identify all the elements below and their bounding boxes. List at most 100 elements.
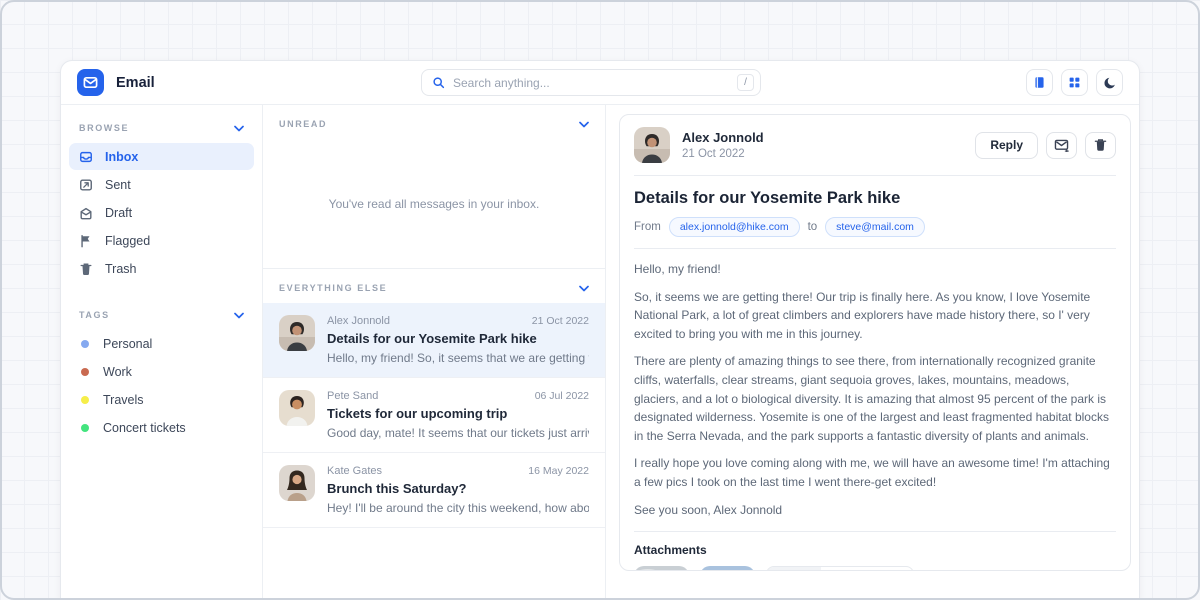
mail-paragraph: I really hope you love coming along with… [634, 454, 1116, 491]
tag-color-dot [81, 368, 89, 376]
avatar [279, 390, 315, 426]
attachments-row: videos-hike.zip 100 MB [634, 566, 1116, 571]
unread-section-header[interactable]: UNREAD [263, 105, 605, 139]
tag-item-work[interactable]: Work [69, 358, 254, 386]
everything-else-label: EVERYTHING ELSE [279, 283, 387, 293]
tag-label: Travels [103, 393, 144, 407]
book-icon [1033, 76, 1046, 89]
mail-date: 16 May 2022 [528, 465, 589, 477]
sender-name: Kate Gates [327, 465, 382, 477]
avatar [634, 127, 670, 163]
sidebar-item-label: Sent [105, 178, 131, 192]
tags-label: TAGS [79, 310, 110, 320]
mail-preview: Hello, my friend! So, it seems that we a… [327, 351, 589, 365]
sender-name: Pete Sand [327, 390, 378, 402]
tag-label: Concert tickets [103, 421, 186, 435]
tag-color-dot [81, 340, 89, 348]
dark-mode-button[interactable] [1096, 69, 1123, 96]
search-shortcut-badge: / [737, 74, 754, 91]
email-list-item[interactable]: Kate Gates 16 May 2022 Brunch this Saturd… [263, 453, 605, 528]
half-dome-photo[interactable] [700, 566, 755, 571]
forward-mail-button[interactable] [1046, 132, 1077, 159]
search-icon [432, 76, 445, 89]
email-logo-icon [77, 69, 104, 96]
email-list-item[interactable]: Pete Sand 06 Jul 2022 Tickets for our upc… [263, 378, 605, 453]
chevron-down-icon [579, 285, 589, 292]
trash-icon [79, 262, 93, 276]
detail-sender-name: Alex Jonnold [682, 130, 764, 145]
to-email-chip[interactable]: steve@mail.com [825, 217, 925, 237]
unread-empty-message: You've read all messages in your inbox. [263, 139, 605, 269]
draft-icon [79, 206, 93, 220]
tag-item-concert-tickets[interactable]: Concert tickets [69, 414, 254, 442]
mail-paragraph: So, it seems we are getting there! Our t… [634, 288, 1116, 344]
detail-actions: Reply [975, 132, 1116, 159]
sidebar-item-label: Trash [105, 262, 137, 276]
mail-body: Hello, my friend! So, it seems we are ge… [634, 260, 1116, 532]
from-email-chip[interactable]: alex.jonnold@hike.com [669, 217, 800, 237]
tag-label: Work [103, 365, 132, 379]
mail-date: 06 Jul 2022 [535, 390, 589, 402]
sidebar: BROWSE Inbox Sent Draft Flagged [61, 105, 263, 600]
mail-subject: Tickets for our upcoming trip [327, 406, 589, 421]
tag-color-dot [81, 424, 89, 432]
mail-paragraph: There are plenty of amazing things to se… [634, 352, 1116, 445]
mail-detail-column: Alex Jonnold 21 Oct 2022 Reply [606, 105, 1139, 600]
sidebar-item-inbox[interactable]: Inbox [69, 143, 254, 170]
sidebar-item-label: Inbox [105, 150, 138, 164]
detail-header: Alex Jonnold 21 Oct 2022 Reply [634, 127, 1116, 176]
unread-label: UNREAD [279, 119, 327, 129]
mail-preview: Good day, mate! It seems that our ticket… [327, 426, 589, 440]
everything-else-section-header[interactable]: EVERYTHING ELSE [263, 269, 605, 303]
flag-icon [79, 234, 93, 248]
inbox-icon [79, 150, 93, 164]
mail-subject: Brunch this Saturday? [327, 481, 589, 496]
email-app-window: Email Search anything... / [60, 60, 1140, 600]
tag-item-travels[interactable]: Travels [69, 386, 254, 414]
mail-subject: Details for our Yosemite Park hike [327, 331, 589, 346]
from-label: From [634, 221, 661, 233]
sidebar-item-draft[interactable]: Draft [69, 199, 254, 226]
zip-attachment-card[interactable]: videos-hike.zip 100 MB [766, 566, 914, 571]
notebook-button[interactable] [1026, 69, 1053, 96]
avatar [279, 465, 315, 501]
sent-icon [79, 178, 93, 192]
yosemite-valley-photo[interactable] [634, 566, 689, 571]
app-title: Email [116, 75, 155, 91]
mail-preview: Hey! I'll be around the city this weeken… [327, 501, 589, 515]
sender-name: Alex Jonnold [327, 315, 390, 327]
reply-button[interactable]: Reply [975, 132, 1038, 159]
mail-paragraph: Hello, my friend! [634, 260, 1116, 279]
moon-icon [1103, 76, 1117, 90]
tag-item-personal[interactable]: Personal [69, 330, 254, 358]
trash-icon [1094, 138, 1107, 152]
avatar [279, 315, 315, 351]
grid-icon [1068, 76, 1081, 89]
tags-section-header[interactable]: TAGS [69, 296, 254, 330]
chevron-down-icon [234, 125, 244, 132]
topbar-actions [1026, 69, 1123, 96]
envelope-forward-icon [1054, 139, 1069, 152]
desktop-background: Email Search anything... / [0, 0, 1200, 600]
brand: Email [77, 69, 155, 96]
mail-list-column: UNREAD You've read all messages in your … [263, 105, 606, 600]
detail-date: 21 Oct 2022 [682, 148, 764, 160]
delete-mail-button[interactable] [1085, 132, 1116, 159]
chevron-down-icon [579, 121, 589, 128]
apps-grid-button[interactable] [1061, 69, 1088, 96]
browse-section-header[interactable]: BROWSE [69, 109, 254, 143]
chevron-down-icon [234, 312, 244, 319]
to-label: to [808, 221, 818, 233]
from-to-row: From alex.jonnold@hike.com to steve@mail… [634, 217, 1116, 249]
email-list-item[interactable]: Alex Jonnold 21 Oct 2022 Details for our … [263, 303, 605, 378]
sidebar-item-label: Draft [105, 206, 132, 220]
browse-label: BROWSE [79, 123, 129, 133]
mail-date: 21 Oct 2022 [532, 315, 589, 327]
sidebar-item-flagged[interactable]: Flagged [69, 227, 254, 254]
detail-subject: Details for our Yosemite Park hike [634, 189, 1116, 208]
sidebar-item-trash[interactable]: Trash [69, 255, 254, 282]
sidebar-item-sent[interactable]: Sent [69, 171, 254, 198]
search-input[interactable]: Search anything... / [421, 69, 761, 96]
sidebar-item-label: Flagged [105, 234, 150, 248]
tag-color-dot [81, 396, 89, 404]
